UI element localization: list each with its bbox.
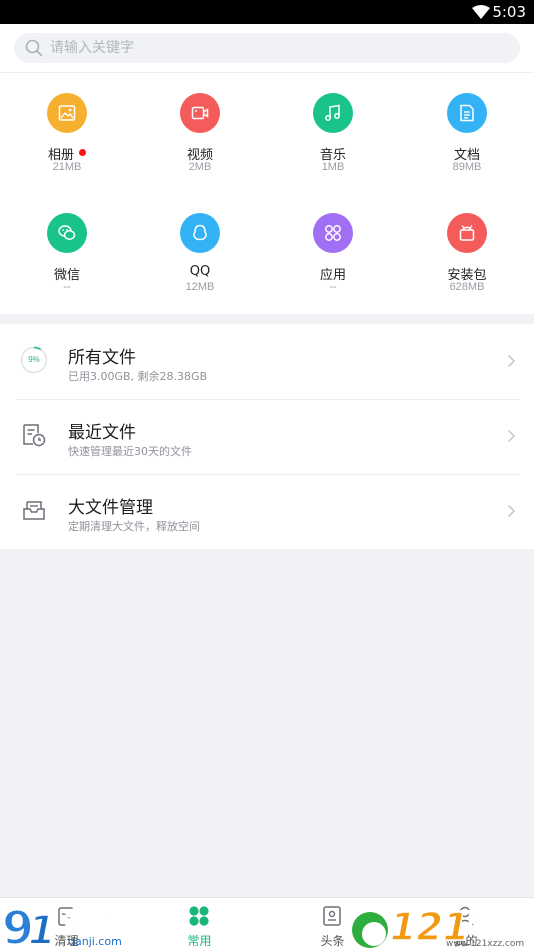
- category-size: 1MB: [321, 161, 345, 173]
- row-subtitle: 已用3.00GB, 剩余28.38GB: [68, 370, 208, 383]
- android-icon: [447, 213, 487, 253]
- chevron-right-icon: [507, 504, 516, 518]
- music-icon: [313, 93, 353, 133]
- document-icon: [447, 93, 487, 133]
- common-grid-icon: [189, 906, 209, 926]
- search-area: [0, 24, 534, 73]
- video-icon: [180, 93, 220, 133]
- row-title: 所有文件: [68, 348, 136, 368]
- tab-label: 常用: [187, 934, 212, 948]
- category-name: QQ: [189, 264, 211, 279]
- category-videos[interactable]: 视频 2MB: [150, 73, 250, 173]
- qq-icon: [180, 213, 220, 253]
- large-files-icon: [23, 501, 45, 520]
- chevron-right-icon: [507, 354, 516, 368]
- search-input[interactable]: [50, 33, 510, 63]
- file-manager-list: 9% 所有文件 已用3.00GB, 剩余28.38GB 最近文件 快速管理最近3…: [0, 324, 534, 549]
- new-badge-dot: [79, 149, 86, 156]
- tab-common[interactable]: 常用: [133, 898, 266, 949]
- category-size: 89MB: [452, 161, 482, 173]
- category-size: 12MB: [185, 281, 215, 293]
- svg-text:下载站: 下载站: [460, 908, 526, 934]
- svg-text:danji.com: danji.com: [68, 935, 122, 948]
- category-apk[interactable]: 安装包 628MB: [417, 193, 517, 293]
- status-time: 5:03: [492, 3, 526, 21]
- watermark-9game-logo: 9 1 游戏 danji.com: [1, 900, 122, 949]
- storage-percent: 9%: [28, 355, 40, 364]
- recent-files-row[interactable]: 最近文件 快速管理最近30天的文件: [0, 399, 534, 474]
- category-qq[interactable]: QQ 12MB: [150, 193, 250, 293]
- row-title: 最近文件: [68, 423, 136, 443]
- category-apps[interactable]: 应用 --: [283, 193, 383, 293]
- large-files-row[interactable]: 大文件管理 定期清理大文件，释放空间: [0, 474, 534, 549]
- category-music[interactable]: 音乐 1MB: [283, 73, 383, 173]
- category-size: --: [63, 281, 71, 293]
- row-subtitle: 定期清理大文件，释放空间: [68, 520, 200, 533]
- svg-text:www.121xzz.com: www.121xzz.com: [446, 939, 524, 949]
- status-bar: 5:03: [0, 0, 534, 24]
- search-box[interactable]: [14, 33, 520, 63]
- category-size: 628MB: [449, 281, 485, 293]
- search-icon: [25, 39, 43, 57]
- news-icon: [323, 906, 341, 926]
- wifi-icon: [472, 5, 490, 19]
- chevron-right-icon: [507, 429, 516, 443]
- category-documents[interactable]: 文档 89MB: [417, 73, 517, 173]
- svg-text:1: 1: [28, 908, 56, 949]
- apps-icon: [313, 213, 353, 253]
- wechat-icon: [47, 213, 87, 253]
- category-size: --: [329, 281, 337, 293]
- photo-icon: [47, 93, 87, 133]
- category-wechat[interactable]: 微信 --: [17, 193, 117, 293]
- watermark-121-logo: 121 下载站 www.121xzz.com: [352, 904, 527, 949]
- category-size: 2MB: [188, 161, 212, 173]
- recent-files-icon: [23, 424, 46, 447]
- all-files-row[interactable]: 9% 所有文件 已用3.00GB, 剩余28.38GB: [0, 324, 534, 399]
- row-title: 大文件管理: [68, 498, 153, 518]
- category-grid: 相册 21MB 视频 2MB 音乐 1MB 文档 89MB 微信 -- QQ 1…: [0, 73, 534, 314]
- category-photos[interactable]: 相册 21MB: [17, 73, 117, 173]
- row-subtitle: 快速管理最近30天的文件: [68, 445, 192, 458]
- category-size: 21MB: [52, 161, 82, 173]
